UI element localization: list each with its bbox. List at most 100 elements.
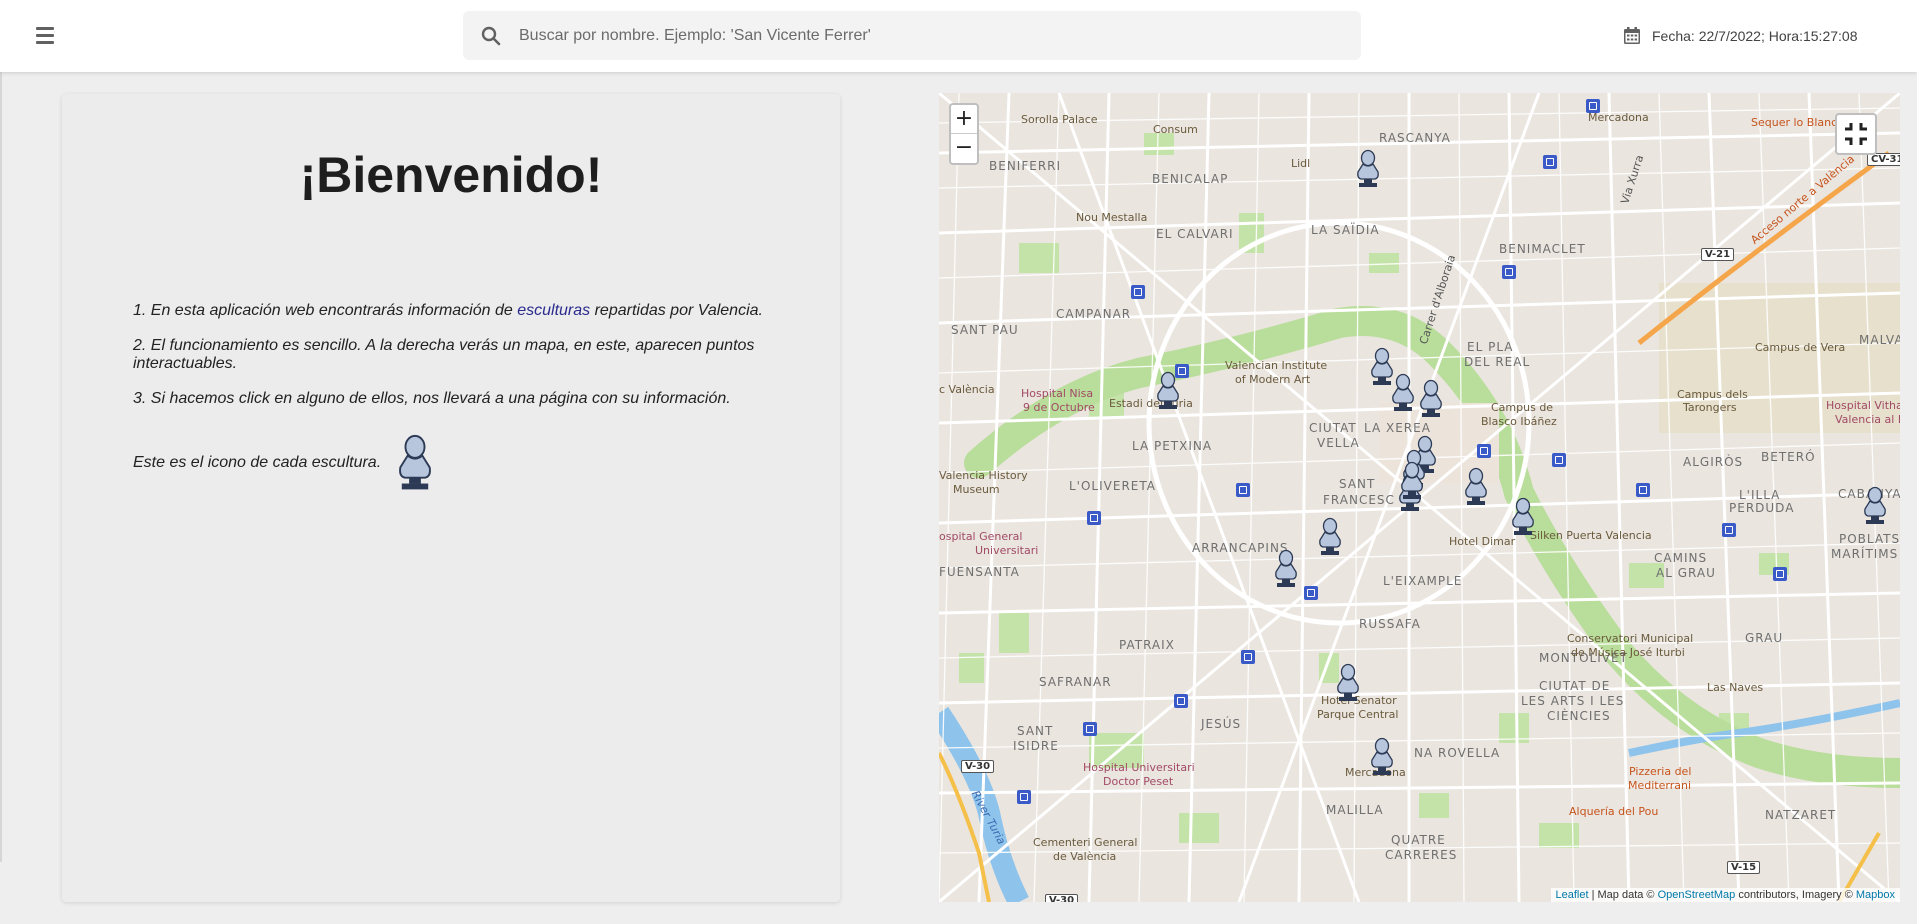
district-label: FRANCESC: [1323, 493, 1395, 507]
sculpture-marker-icon[interactable]: [1508, 497, 1538, 537]
hamburger-menu-icon[interactable]: [28, 22, 64, 50]
restaurant-label: Mediterrani: [1628, 779, 1691, 792]
sculpture-marker-icon[interactable]: [1315, 517, 1345, 557]
metro-station-icon[interactable]: [1017, 790, 1031, 804]
place-label: c València: [939, 383, 995, 396]
metro-station-icon[interactable]: [1773, 567, 1787, 581]
metro-station-icon[interactable]: [1722, 523, 1736, 537]
metro-station-icon[interactable]: [1586, 99, 1600, 113]
sculpture-marker-icon[interactable]: [1397, 461, 1427, 501]
openstreetmap-link[interactable]: OpenStreetMap: [1658, 889, 1736, 901]
sculpture-marker-icon[interactable]: [1367, 737, 1397, 777]
restaurant-label: Alquería del Pou: [1569, 805, 1659, 818]
place-label: Parque Central: [1317, 708, 1399, 721]
hospital-label: ospital General: [939, 530, 1023, 543]
road-shield: V-21: [1701, 248, 1735, 261]
zoom-control: + −: [949, 103, 979, 165]
instruction-1-text-b: repartidas por Valencia.: [590, 302, 763, 319]
metro-station-icon[interactable]: [1502, 265, 1516, 279]
sculpture-marker-icon[interactable]: [1271, 549, 1301, 589]
district-label: BENIMACLET: [1499, 242, 1586, 256]
collapse-icon: [1845, 123, 1867, 145]
hospital-label: Doctor Peset: [1103, 775, 1174, 788]
sculpture-marker-icon[interactable]: [1388, 373, 1418, 413]
district-label: CARRERES: [1385, 848, 1458, 862]
place-label: Hotel Dimar: [1449, 535, 1516, 548]
sculpture-marker-icon[interactable]: [1353, 149, 1383, 189]
district-label: L'EIXAMPLE: [1383, 574, 1463, 588]
district-label: NA ROVELLA: [1414, 746, 1501, 760]
metro-station-icon[interactable]: [1543, 155, 1557, 169]
place-label: de València: [1053, 850, 1117, 863]
attribution-text: contributors, Imagery ©: [1735, 889, 1856, 901]
search-bar[interactable]: [463, 11, 1361, 60]
metro-station-icon[interactable]: [1636, 483, 1650, 497]
search-input[interactable]: [519, 11, 1339, 60]
sculptures-link[interactable]: esculturas: [517, 302, 590, 319]
sculpture-marker-icon[interactable]: [1416, 379, 1446, 419]
district-label: CAMPANAR: [1056, 307, 1132, 321]
leaflet-link[interactable]: Leaflet: [1556, 889, 1589, 901]
sculpture-marker-icon[interactable]: [1461, 467, 1491, 507]
zoom-out-button[interactable]: −: [951, 134, 977, 163]
metro-station-icon[interactable]: [1477, 444, 1491, 458]
metro-station-icon[interactable]: [1241, 650, 1255, 664]
place-label: Cementeri General: [1033, 836, 1138, 849]
zoom-in-button[interactable]: +: [951, 105, 977, 134]
district-label: LES ARTS I LES: [1521, 694, 1625, 708]
place-label: Sorolla Palace: [1021, 113, 1098, 126]
welcome-card: ¡Bienvenido! 1. En esta aplicación web e…: [62, 94, 840, 902]
metro-station-icon[interactable]: [1552, 453, 1566, 467]
district-label: MALVA: [1859, 333, 1900, 347]
instruction-3: 3. Si hacemos click en alguno de ellos, …: [133, 390, 731, 407]
district-label: FUENSANTA: [939, 565, 1020, 579]
sculpture-map[interactable]: RASCANYA BENIFERRI BENICALAP EL CALVARI …: [939, 93, 1900, 902]
metro-station-icon[interactable]: [1083, 722, 1097, 736]
sculpture-marker-icon[interactable]: [1153, 371, 1183, 411]
place-label: Nou Mestalla: [1076, 211, 1148, 224]
place-label: Lidl: [1291, 157, 1311, 170]
sculpture-marker-icon[interactable]: [1860, 486, 1890, 526]
hospital-label: Universitari: [975, 544, 1039, 557]
district-label: SANT: [1339, 477, 1376, 491]
mapbox-link[interactable]: Mapbox: [1856, 889, 1895, 901]
district-label: LA PETXINA: [1132, 439, 1213, 453]
sculpture-marker-icon[interactable]: [1333, 663, 1363, 703]
metro-station-icon[interactable]: [1236, 483, 1250, 497]
hospital-label: Hospital Vithas: [1826, 399, 1900, 412]
place-label: Campus dels: [1677, 388, 1748, 401]
sculpture-bust-icon: [399, 434, 432, 490]
exit-fullscreen-button[interactable]: [1835, 113, 1877, 155]
road-shield: V-15: [1727, 861, 1761, 874]
district-label: LA XEREA: [1364, 421, 1431, 435]
district-label: DEL REAL: [1464, 355, 1531, 369]
district-label: CIÈNCIES: [1547, 709, 1611, 723]
hospital-label: Hospital Universitari: [1083, 761, 1195, 774]
district-label: PATRAIX: [1119, 638, 1175, 652]
search-icon: [481, 26, 501, 46]
district-label: CAMINS: [1654, 551, 1708, 565]
district-label: RASCANYA: [1379, 131, 1451, 145]
place-label: Valencian Institute: [1225, 359, 1328, 372]
metro-station-icon[interactable]: [1174, 694, 1188, 708]
metro-station-icon[interactable]: [1304, 586, 1318, 600]
district-label: SAFRANAR: [1039, 675, 1112, 689]
district-label: ALGIRÒS: [1683, 455, 1744, 469]
district-label: MARÍTIMS: [1831, 547, 1899, 561]
metro-station-icon[interactable]: [1131, 285, 1145, 299]
sculpture-icon-legend: Este es el icono de cada escultura.: [133, 432, 437, 494]
district-label: CIUTAT: [1309, 421, 1357, 435]
place-label: of Modern Art: [1235, 373, 1311, 386]
district-label: VELLA: [1317, 436, 1360, 450]
instruction-1-text-a: 1. En esta aplicación web encontrarás in…: [133, 302, 518, 319]
district-label: EL CALVARI: [1156, 227, 1234, 241]
district-label: NATZARET: [1765, 808, 1837, 822]
place-label: Conservatori Municipal: [1567, 632, 1694, 645]
district-label: EL PLA: [1467, 340, 1514, 354]
instructions-list: 1. En esta aplicación web encontrarás in…: [133, 302, 773, 425]
district-label: ISIDRE: [1013, 739, 1059, 753]
hospital-label: Hospital Nisa: [1021, 387, 1094, 400]
district-label: LA SAÏDIA: [1311, 223, 1380, 237]
district-label: L'OLIVERETA: [1069, 479, 1156, 493]
metro-station-icon[interactable]: [1087, 511, 1101, 525]
